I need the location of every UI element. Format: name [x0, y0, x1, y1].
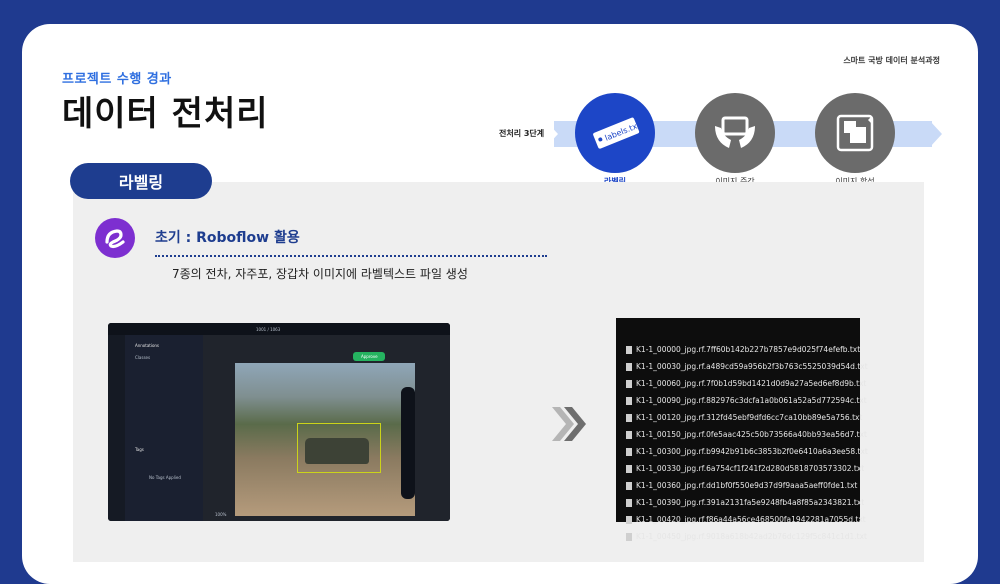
list-item[interactable]: K1-1_00120_jpg.rf.312fd45ebf9dfd6cc7ca10…	[626, 413, 862, 422]
label-tag-icon: labels.txt	[593, 117, 641, 149]
section-tab[interactable]: 라벨링	[70, 163, 212, 199]
sidebar-subtitle: Classes	[135, 355, 151, 360]
band-notch	[546, 121, 558, 147]
section-heading: 초기 : Roboflow 활용	[155, 230, 300, 246]
arrow-chevrons-icon	[552, 407, 588, 445]
program-name: 스마트 국방 데이터 분석과정	[843, 56, 940, 65]
section-description: 7종의 전차, 자주포, 장갑차 이미지에 라벨텍스트 파일 생성	[172, 267, 468, 281]
roboflow-sidebar: Annotations Classes Tags No Tags Applied	[125, 335, 203, 521]
list-item[interactable]: K1-1_00060_jpg.rf.7f0b1d59bd1421d0d9a27a…	[626, 379, 866, 388]
file-icon	[626, 464, 632, 473]
tank-shape	[305, 438, 369, 464]
step-augmentation[interactable]	[695, 93, 775, 173]
file-icon	[626, 532, 632, 541]
file-icon	[626, 447, 632, 456]
file-icon	[626, 396, 632, 405]
label-file-list: K1-1_00000_jpg.rf.7ff60b142b227b7857e9d0…	[616, 318, 868, 541]
zoom-level: 100%	[215, 512, 227, 517]
roboflow-left-rail	[108, 335, 125, 521]
list-item[interactable]: K1-1_00420_jpg.rf.f86a44a56ce468500fa194…	[626, 515, 866, 524]
band-arrow	[930, 121, 942, 147]
file-icon	[626, 515, 632, 524]
file-icon	[626, 498, 632, 507]
list-item[interactable]: K1-1_00300_jpg.rf.b9942b91b6c3853b2f0e64…	[626, 447, 868, 456]
image-composite-icon	[836, 114, 874, 152]
roboflow-logo-icon	[95, 218, 135, 258]
roboflow-screenshot: 1001 / 1063 Annotations Classes Tags No …	[108, 323, 450, 521]
list-item[interactable]: K1-1_00450_jpg.rf.9018a618b42ad2b76dc129…	[626, 532, 867, 541]
file-icon	[626, 413, 632, 422]
file-icon	[626, 345, 632, 354]
slide-subtitle: 프로젝트 수행 경과	[62, 72, 172, 87]
step-labeling[interactable]: labels.txt	[575, 93, 655, 173]
list-item[interactable]: K1-1_00150_jpg.rf.0fe5aac425c50b73566a40…	[626, 430, 867, 439]
slide-title: 데이터 전처리	[62, 94, 269, 134]
list-item[interactable]: K1-1_00000_jpg.rf.7ff60b142b227b7857e9d0…	[626, 345, 860, 354]
approve-button[interactable]: Approve	[353, 352, 385, 361]
list-item[interactable]: K1-1_00030_jpg.rf.a489cd59a956b2f3b763c5…	[626, 362, 868, 371]
step-composite[interactable]	[815, 93, 895, 173]
roboflow-canvas: Approve 100%	[203, 335, 450, 521]
tank-photo	[235, 363, 415, 516]
heading-divider	[155, 255, 547, 257]
file-icon	[626, 379, 632, 388]
roboflow-nav: 1001 / 1063	[256, 327, 281, 332]
file-icon	[626, 430, 632, 439]
file-icon	[626, 362, 632, 371]
stage-label: 전처리 3단계	[499, 129, 545, 138]
sidebar-title: Annotations	[135, 343, 160, 348]
file-icon	[626, 481, 632, 490]
list-item[interactable]: K1-1_00390_jpg.rf.391a2131fa5e9248fb4a8f…	[626, 498, 864, 507]
no-tags-text: No Tags Applied	[149, 475, 181, 480]
roboflow-toolbar[interactable]	[401, 387, 415, 499]
list-item[interactable]: K1-1_00360_jpg.rf.dd1bf0f550e9d37d9f9aaa…	[626, 481, 857, 490]
list-item[interactable]: K1-1_00330_jpg.rf.6a754cf1f241f2d280d581…	[626, 464, 864, 473]
list-item[interactable]: K1-1_00090_jpg.rf.882976c3dcfa1a0b061a52…	[626, 396, 867, 405]
image-hands-icon	[715, 116, 755, 148]
tags-title: Tags	[135, 447, 144, 452]
